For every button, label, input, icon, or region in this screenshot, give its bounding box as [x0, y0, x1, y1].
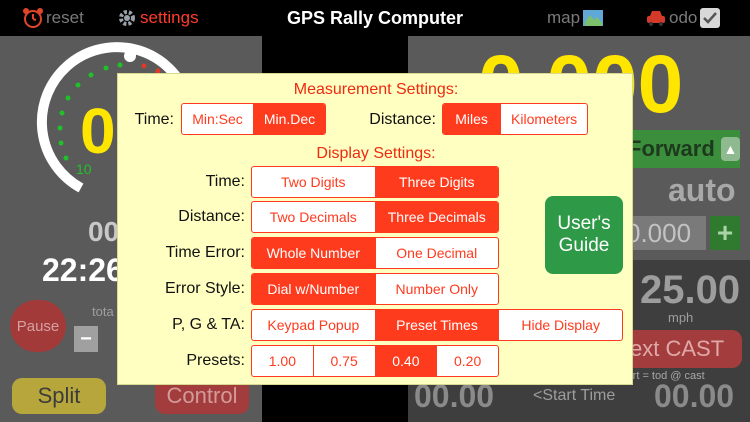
display-time-segmented[interactable]: Two Digits Three Digits	[251, 166, 499, 198]
map-icon	[583, 10, 604, 26]
measurement-distance-label: Distance:	[369, 111, 436, 128]
display-distance-label: Distance:	[178, 208, 245, 225]
settings-popup: Measurement Settings: Time: Min:Sec Min.D…	[117, 73, 633, 385]
users-guide-button[interactable]: User's Guide	[545, 196, 623, 274]
checkbox-icon[interactable]	[699, 7, 721, 29]
speed-readout: 25.00	[640, 268, 741, 312]
plus-button[interactable]: +	[710, 216, 740, 250]
measurement-settings-title: Measurement Settings:	[293, 81, 459, 98]
odo-button[interactable]: odo	[645, 6, 723, 30]
display-time-error-segmented[interactable]: Whole Number One Decimal	[251, 237, 499, 269]
display-settings-title: Display Settings:	[316, 145, 436, 162]
guide-label-line2: Guide	[558, 235, 610, 256]
display-presets-option[interactable]: 0.75	[314, 346, 376, 376]
measurement-time-label: Time:	[134, 111, 174, 128]
display-error-style-label: Error Style:	[164, 280, 245, 297]
bottom-right-readout: 00.00	[654, 378, 735, 414]
up-arrow-icon: ▲	[720, 137, 740, 161]
measurement-time-segmented[interactable]: Min:Sec Min.Dec	[181, 103, 326, 135]
forward-label: Forward	[628, 136, 715, 161]
display-presets-label: Presets:	[186, 352, 245, 369]
display-time-error-option[interactable]: One Decimal	[376, 238, 499, 268]
display-presets-option[interactable]: 0.20	[437, 346, 498, 376]
display-time-option[interactable]: Three Digits	[375, 167, 498, 197]
guide-label-line1: User's	[557, 213, 611, 234]
display-pg-ta-option[interactable]: Hide Display	[499, 310, 622, 340]
measurement-distance-segmented[interactable]: Miles Kilometers	[442, 103, 588, 135]
dial-value: 0	[80, 95, 116, 167]
display-distance-option[interactable]: Three Decimals	[375, 202, 498, 232]
display-presets-option[interactable]: 1.00	[252, 346, 314, 376]
display-error-style-segmented[interactable]: Dial w/Number Number Only	[251, 273, 499, 305]
display-distance-option[interactable]: Two Decimals	[252, 202, 376, 232]
car-icon	[647, 11, 665, 26]
measurement-time-segmented-option[interactable]: Min.Dec	[254, 104, 325, 134]
top-bar: reset settings GPS Rally Computer map od…	[0, 0, 750, 36]
display-distance-segmented[interactable]: Two Decimals Three Decimals	[251, 201, 499, 233]
display-error-style-option[interactable]: Number Only	[376, 274, 499, 304]
app-title: GPS Rally Computer	[286, 7, 464, 28]
cast-field[interactable]: 0.000	[622, 216, 706, 250]
display-pg-ta-option[interactable]: Keypad Popup	[252, 310, 376, 340]
odo-label: odo	[669, 8, 698, 27]
next-cast-button[interactable]: ext CAST	[622, 330, 742, 368]
auto-label: auto	[668, 172, 736, 208]
pause-button[interactable]: Pause	[10, 300, 66, 352]
display-presets-segmented[interactable]: 1.00 0.75 0.40 0.20	[251, 345, 499, 377]
split-button[interactable]: Split	[12, 378, 106, 414]
display-pg-ta-label: P, G & TA:	[172, 316, 245, 333]
measurement-distance-segmented-option[interactable]: Kilometers	[501, 104, 587, 134]
forward-button[interactable]: Forward ▲	[622, 130, 740, 168]
display-time-label: Time:	[205, 173, 245, 190]
display-time-error-label: Time Error:	[165, 244, 245, 261]
map-label: map	[547, 8, 581, 27]
display-presets-option[interactable]: 0.40	[375, 346, 438, 376]
map-button[interactable]: map	[547, 6, 606, 30]
display-pg-ta-segmented[interactable]: Keypad Popup Preset Times Hide Display	[251, 309, 623, 341]
display-error-style-option[interactable]: Dial w/Number	[252, 274, 376, 304]
measurement-distance-segmented-option[interactable]: Miles	[443, 104, 502, 134]
elapsed-time-small: 00	[88, 216, 120, 247]
start-time-label: <Start Time	[533, 387, 616, 404]
mph-label: mph	[668, 310, 694, 325]
display-time-option[interactable]: Two Digits	[252, 167, 376, 197]
minus-button[interactable]: −	[74, 326, 98, 352]
total-label: tota	[92, 304, 114, 319]
measurement-time-segmented-option[interactable]: Min:Sec	[182, 104, 254, 134]
time-of-day: 22:26	[42, 252, 124, 288]
display-pg-ta-option[interactable]: Preset Times	[375, 310, 500, 340]
display-time-error-option[interactable]: Whole Number	[252, 238, 376, 268]
